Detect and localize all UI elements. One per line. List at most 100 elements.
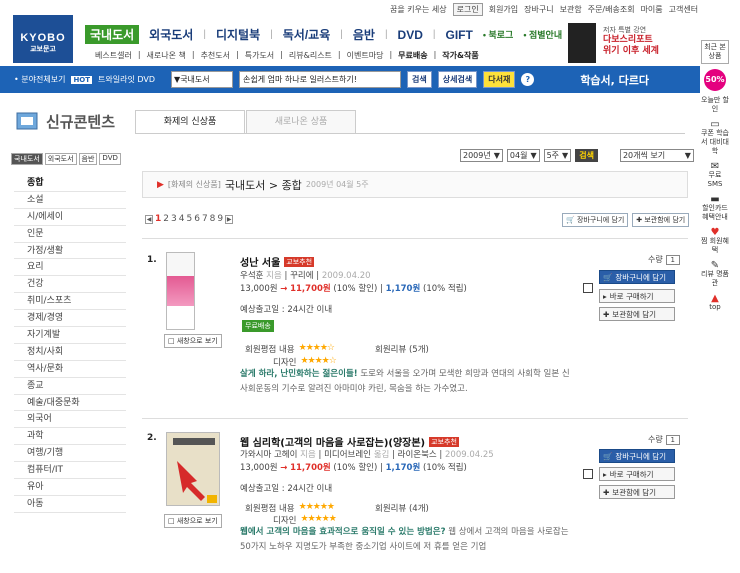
week-select[interactable]: 5주 ▼ <box>543 149 572 162</box>
bulk-keep-button[interactable]: ✚ 보관함에 담기 <box>632 213 690 227</box>
category-item[interactable]: 종합 <box>14 175 126 192</box>
category-item[interactable]: 건강 <box>14 276 126 294</box>
category-item[interactable]: 역사/문화 <box>14 361 126 378</box>
add-to-cart-button[interactable]: 🛒 장바구니에 담기 <box>599 449 675 463</box>
order-link[interactable]: 주문/배송조회 <box>588 4 635 15</box>
top-link[interactable]: ▲ top <box>709 294 720 312</box>
category-item[interactable]: 인문 <box>14 226 126 243</box>
keep-button[interactable]: ✚ 보관함에 담기 <box>599 485 675 499</box>
subnav-free-shipping[interactable]: 무료배송 <box>398 50 427 61</box>
cat-tab-domestic[interactable]: 국내도서 <box>11 153 43 165</box>
subnav-reviews[interactable]: 리뷰&리스트 <box>289 50 332 61</box>
gnb-reading-education[interactable]: 독서/교육 <box>283 26 331 43</box>
category-item[interactable]: 유아 <box>14 479 126 496</box>
year-select[interactable]: 2009년 ▼ <box>460 149 503 162</box>
customer-center-link[interactable]: 고객센터 <box>669 4 698 15</box>
category-item[interactable]: 경제/경영 <box>14 310 126 328</box>
cat-tab-dvd[interactable]: DVD <box>99 153 121 165</box>
page-link[interactable]: 5 <box>186 214 192 224</box>
cat-tab-music[interactable]: 음반 <box>78 153 98 165</box>
tab-new-arrivals[interactable]: 새로나온 상품 <box>246 110 356 134</box>
kyobo-logo[interactable]: KYOBO 교보문고 <box>13 15 73 63</box>
prev-page-button[interactable]: ◀ <box>145 214 153 224</box>
search-button[interactable]: 검색 <box>407 71 432 88</box>
promo-banner[interactable]: 저자 특별 강연 다보스리포트 위기 이후 세계 <box>555 23 695 65</box>
page-link[interactable]: 7 <box>202 214 208 224</box>
subnav-new-books[interactable]: 새로나온 책 <box>147 50 186 61</box>
all-categories-link[interactable]: • 분야전체보기 <box>14 74 65 85</box>
subnav-special-price[interactable]: 특가도서 <box>245 50 274 61</box>
page-size-select[interactable]: 20개씩 보기 ▼ <box>619 149 694 162</box>
signup-link[interactable]: 회원가입 <box>489 4 518 15</box>
review-count[interactable]: 회원리뷰 (4개) <box>375 502 429 514</box>
gnb-dvd[interactable]: DVD <box>398 28 423 42</box>
product-checkbox[interactable] <box>583 283 593 293</box>
member-benefit-link[interactable]: ♥ 찜 회원혜택 <box>701 228 729 255</box>
gnb-booklog[interactable]: • 북로그 <box>483 28 514 41</box>
sms-link[interactable]: ✉ 무료 SMS <box>701 162 729 189</box>
product-checkbox[interactable] <box>583 469 593 479</box>
product-cover[interactable] <box>166 432 220 506</box>
category-item[interactable]: 요리 <box>14 259 126 277</box>
category-item[interactable]: 종교 <box>14 378 126 395</box>
subnav-recommended[interactable]: 추천도서 <box>201 50 230 61</box>
login-button[interactable]: 로그인 <box>452 2 483 16</box>
buy-now-button[interactable]: ▸ 바로 구매하기 <box>599 467 675 481</box>
product-cover[interactable] <box>166 252 195 330</box>
cat-tab-foreign[interactable]: 외국도서 <box>44 153 77 165</box>
category-item[interactable]: 정치/사회 <box>14 344 126 361</box>
search-input[interactable]: 손쉽게 엄마 하나로 일러스트하기! <box>239 71 402 88</box>
subnav-events[interactable]: 이벤트마당 <box>347 50 384 61</box>
category-item[interactable]: 컴퓨터/IT <box>14 462 126 480</box>
product-title[interactable]: 웹 심리학(고객의 마음을 사로잡는)(양장본) <box>240 434 425 449</box>
page-link[interactable]: 9 <box>217 214 223 224</box>
card-link[interactable]: ▬ 할인카드 혜택안내 <box>701 195 729 222</box>
gnb-digital-book[interactable]: 디지털북 <box>216 26 260 43</box>
page-link[interactable]: 3 <box>171 214 177 224</box>
month-select[interactable]: 04월 ▼ <box>506 149 540 162</box>
help-icon[interactable]: ? <box>521 73 535 86</box>
keep-button[interactable]: ✚ 보관함에 담기 <box>599 307 675 321</box>
myroom-link[interactable]: 마이룸 <box>641 4 663 15</box>
category-item[interactable]: 소설 <box>14 192 126 209</box>
category-item[interactable]: 취미/스포츠 <box>14 293 126 311</box>
multi-search-button[interactable]: 다서재 <box>483 71 516 88</box>
keep-link[interactable]: 보관함 <box>560 4 582 15</box>
quantity-input[interactable]: 1 <box>665 434 680 445</box>
category-item[interactable]: 시/에세이 <box>14 209 126 226</box>
detail-search-button[interactable]: 상세검색 <box>437 71 478 88</box>
category-item[interactable]: 자기계발 <box>14 327 126 344</box>
category-item[interactable]: 아동 <box>14 496 126 513</box>
category-item[interactable]: 과학 <box>14 428 126 446</box>
category-item[interactable]: 예술/대중문화 <box>14 395 126 412</box>
gnb-domestic-books[interactable]: 국내도서 <box>85 25 140 44</box>
today-sale-link[interactable]: 오늘만 할인 <box>701 96 729 114</box>
page-link[interactable]: 8 <box>210 214 216 224</box>
next-page-button[interactable]: ▶ <box>225 214 234 224</box>
quantity-input[interactable]: 1 <box>665 254 680 265</box>
preview-button[interactable]: □ 새창으로 보기 <box>164 334 222 348</box>
review-link[interactable]: ✎ 리뷰 명품관 <box>701 261 729 288</box>
page-link[interactable]: 2 <box>163 214 169 224</box>
review-count[interactable]: 회원리뷰 (5개) <box>375 343 429 355</box>
preview-button[interactable]: □ 새창으로 보기 <box>164 514 222 528</box>
category-item[interactable]: 여행/기행 <box>14 445 126 463</box>
add-to-cart-button[interactable]: 🛒 장바구니에 담기 <box>599 270 675 284</box>
buy-now-button[interactable]: ▸ 바로 구매하기 <box>599 289 675 303</box>
hot-keyword[interactable]: 트와일라잇 DVD <box>98 74 155 85</box>
gnb-gift[interactable]: GIFT <box>446 28 473 42</box>
category-item[interactable]: 가정/생활 <box>14 243 126 260</box>
cart-link[interactable]: 장바구니 <box>524 4 553 15</box>
search-category-select[interactable]: ▼ 국내도서 <box>171 71 234 88</box>
study-banner[interactable]: 학습서, 다르다 <box>580 72 649 88</box>
bulk-cart-button[interactable]: 🛒 장바구니에 담기 <box>562 213 629 227</box>
page-link[interactable]: 1 <box>155 214 161 224</box>
subnav-bestseller[interactable]: 베스트셀러 <box>95 50 132 61</box>
page-link[interactable]: 4 <box>179 214 185 224</box>
page-link[interactable]: 6 <box>194 214 200 224</box>
discount-badge[interactable]: 50% <box>704 69 726 91</box>
coupon-link[interactable]: ▭ 쿠폰 학습서 대비대학 <box>701 120 729 156</box>
tab-hot-new[interactable]: 화제의 신상품 <box>135 110 245 134</box>
category-item[interactable]: 외국어 <box>14 411 126 429</box>
gnb-foreign-books[interactable]: 외국도서 <box>149 26 193 43</box>
